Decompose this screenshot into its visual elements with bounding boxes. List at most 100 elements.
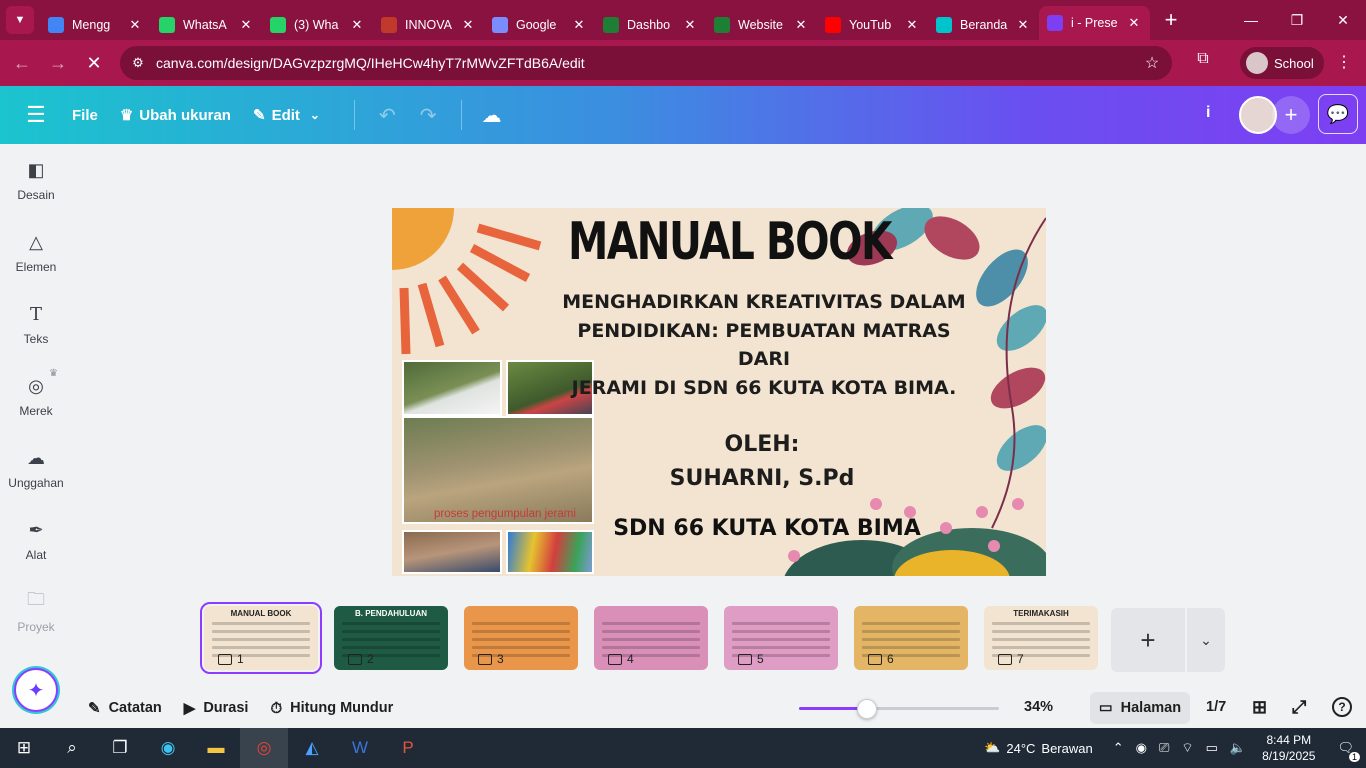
chrome-icon[interactable]: ◎ [240, 728, 288, 768]
page-thumbnail[interactable]: 6 [854, 606, 968, 670]
browser-tab[interactable]: Dashbo ✕ [595, 10, 706, 40]
tab-close-icon[interactable]: ✕ [793, 17, 809, 33]
fullscreen-icon[interactable]: ⤢ [1292, 697, 1306, 718]
edge-icon[interactable]: ◉ [144, 728, 192, 768]
browser-menu-icon[interactable]: ⋮ [1336, 52, 1352, 72]
close-window-icon[interactable]: ✕ [1320, 0, 1366, 40]
page-thumbnail[interactable]: B. PENDAHULUAN 2 [334, 606, 448, 670]
task-view-icon[interactable]: ❐ [96, 728, 144, 768]
hamburger-menu-icon[interactable]: ☰ [0, 102, 72, 128]
powerpoint-icon[interactable]: P [384, 728, 432, 768]
photo-classroom[interactable] [402, 530, 502, 574]
new-tab-button[interactable]: + [1156, 7, 1186, 33]
browser-tab[interactable]: YouTub ✕ [817, 10, 928, 40]
share-add-icon[interactable]: + [1272, 96, 1310, 134]
sidebar-item-tools[interactable]: ✒ Alat [0, 504, 72, 576]
sidebar-item-uploads[interactable]: ☁ Unggahan [0, 432, 72, 504]
page-thumbnail[interactable]: 5 [724, 606, 838, 670]
tab-close-icon[interactable]: ✕ [904, 17, 920, 33]
page-thumbnail[interactable]: 3 [464, 606, 578, 670]
redo-icon[interactable]: ↷ [420, 103, 437, 128]
browser-tab[interactable]: i - Prese ✕ [1039, 6, 1150, 40]
bookmark-star-icon[interactable]: ☆ [1132, 53, 1172, 73]
pages-view-button[interactable]: ▭ Halaman [1090, 692, 1190, 724]
back-arrow-icon[interactable]: ← [4, 53, 40, 74]
undo-icon[interactable]: ↶ [379, 103, 396, 128]
tab-close-icon[interactable]: ✕ [460, 17, 476, 33]
slide-title[interactable]: MANUAL BOOK [568, 212, 892, 272]
sidebar-item-brand[interactable]: ◎ ♛ Merek [0, 360, 72, 432]
tab-close-icon[interactable]: ✕ [1015, 17, 1031, 33]
tab-title: Dashbo [627, 18, 671, 32]
resize-button[interactable]: ♛ Ubah ukuran [120, 106, 231, 125]
add-page-button[interactable]: + [1111, 608, 1185, 672]
site-settings-icon[interactable]: ⚙ [120, 55, 156, 71]
slide-subtitle[interactable]: MENGHADIRKAN KREATIVITAS DALAM PENDIDIKA… [554, 288, 974, 402]
design-info-button[interactable]: i [1206, 104, 1210, 122]
page-thumbnail[interactable]: MANUAL BOOK 1 [200, 602, 322, 674]
file-explorer-icon[interactable]: ▬ [192, 728, 240, 768]
tab-close-icon[interactable]: ✕ [127, 17, 143, 33]
browser-tab[interactable]: Website ✕ [706, 10, 817, 40]
zoom-value[interactable]: 34% [1024, 699, 1053, 715]
taskbar-clock[interactable]: 8:44 PM 8/19/2025 [1262, 732, 1315, 764]
sidebar-item-design[interactable]: ◧ Desain [0, 144, 72, 216]
slide-school-name[interactable]: SDN 66 KUTA KOTA BIMA [602, 516, 932, 541]
cloud-saved-icon[interactable]: ☁ [482, 103, 502, 128]
search-icon[interactable]: ⌕ [48, 728, 96, 768]
browser-tab[interactable]: WhatsA ✕ [151, 10, 262, 40]
photo-students-group[interactable] [506, 530, 594, 574]
notes-button[interactable]: ✎ Catatan [88, 699, 162, 717]
browser-tab[interactable]: (3) Wha ✕ [262, 10, 373, 40]
zoom-slider-handle[interactable] [857, 699, 877, 719]
file-menu-button[interactable]: File [72, 107, 98, 124]
record-icon[interactable]: ◉ [1136, 740, 1147, 756]
magic-assistant-icon[interactable]: ✦ [14, 668, 58, 712]
stop-loading-icon[interactable]: ✕ [76, 53, 112, 74]
tab-close-icon[interactable]: ✕ [238, 17, 254, 33]
zoom-slider[interactable] [799, 699, 999, 719]
edit-mode-button[interactable]: ✎ Edit ⌄ [253, 106, 320, 125]
help-icon[interactable]: ? [1332, 697, 1352, 717]
page-thumbnail[interactable]: TERIMAKASIH 7 [984, 606, 1098, 670]
browser-tab[interactable]: Mengg ✕ [40, 10, 151, 40]
notification-icon[interactable]: 🗨 1 [1337, 740, 1360, 762]
chevron-up-icon[interactable]: ⌃ [1113, 740, 1124, 756]
camera-icon[interactable]: ⎚ [1159, 740, 1169, 756]
sketch-app-icon[interactable]: ◭ [288, 728, 336, 768]
url-text[interactable]: canva.com/design/DAGvzpzrgMQ/IHeHCw4hyT7… [156, 55, 1132, 71]
tab-close-icon[interactable]: ✕ [571, 17, 587, 33]
battery-icon[interactable]: ▭ [1206, 740, 1218, 756]
restore-icon[interactable]: ❐ [1274, 0, 1320, 40]
tab-close-icon[interactable]: ✕ [682, 17, 698, 33]
browser-tab[interactable]: Google ✕ [484, 10, 595, 40]
countdown-button[interactable]: ⏱ Hitung Mundur [270, 700, 393, 717]
minimize-icon[interactable]: — [1228, 0, 1274, 40]
volume-icon[interactable]: 🔈 [1230, 740, 1246, 756]
word-icon[interactable]: W [336, 728, 384, 768]
page-thumbnail[interactable]: 4 [594, 606, 708, 670]
tab-search-button[interactable]: ▼ [6, 6, 34, 34]
browser-tab[interactable]: Beranda ✕ [928, 10, 1039, 40]
browser-tab[interactable]: INNOVA ✕ [373, 10, 484, 40]
profile-button[interactable]: School [1240, 47, 1324, 79]
comment-icon[interactable]: 💬 [1318, 94, 1358, 134]
forward-arrow-icon[interactable]: → [40, 53, 76, 74]
duration-button[interactable]: ▶ Durasi [184, 699, 249, 717]
author-by-label: OLEH: [724, 432, 800, 457]
tab-close-icon[interactable]: ✕ [1126, 15, 1142, 31]
sidebar-item-text[interactable]: T Teks [0, 288, 72, 360]
windows-start-icon[interactable]: ⊞ [0, 728, 48, 768]
tab-close-icon[interactable]: ✕ [349, 17, 365, 33]
sidebar-item-elements[interactable]: △ Elemen [0, 216, 72, 288]
add-page-dropdown-icon[interactable]: ⌄ [1187, 608, 1225, 672]
wifi-icon[interactable]: ⌔ [1181, 740, 1193, 756]
photo-students-sack[interactable] [402, 360, 502, 416]
grid-view-icon[interactable]: ⊞ [1252, 697, 1267, 718]
slide-author-block[interactable]: OLEH: SUHARNI, S.Pd [652, 428, 872, 496]
weather-widget[interactable]: ⛅ 24°C Berawan [984, 740, 1093, 756]
slide-canvas[interactable]: proses pengumpulan jerami MANUAL BOOK ME… [392, 208, 1046, 576]
address-bar[interactable]: ⚙ canva.com/design/DAGvzpzrgMQ/IHeHCw4hy… [120, 46, 1172, 80]
sidebar-item-projects[interactable]: 🗀 Proyek [0, 576, 72, 648]
extensions-icon[interactable]: ⧉ [1190, 50, 1216, 76]
